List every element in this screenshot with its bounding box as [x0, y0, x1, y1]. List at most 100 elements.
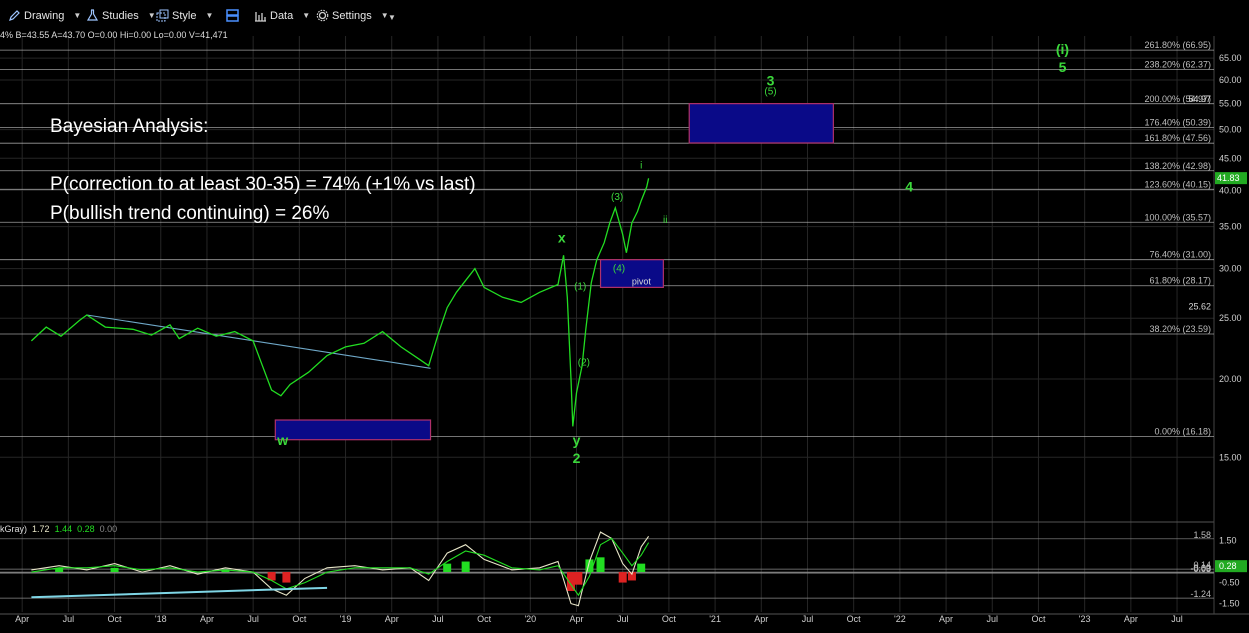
- fib-level-label: 138.20% (42.98): [1144, 161, 1211, 171]
- trendline: [86, 314, 431, 369]
- y-tick-label: 35.00: [1219, 222, 1242, 232]
- x-tick-label: Jul: [1171, 614, 1183, 624]
- analysis-text-block: Bayesian Analysis: P(correction to at le…: [50, 112, 476, 228]
- x-tick-label: Apr: [754, 614, 768, 624]
- fib-level-label: 61.80% (28.17): [1149, 276, 1211, 286]
- wave-label: ii: [663, 215, 667, 226]
- drawing-label: Drawing: [24, 9, 65, 22]
- wave-label: w: [276, 432, 288, 448]
- toolbar-more[interactable]: ▼: [388, 13, 396, 22]
- indicator-value-1: 1.72: [32, 524, 50, 534]
- caret-down-icon: ▼: [388, 13, 396, 22]
- x-tick-label: Oct: [847, 614, 862, 624]
- wave-label: (i): [1056, 41, 1069, 57]
- osc-histogram-bar: [574, 572, 583, 585]
- studies-label: Studies: [102, 9, 139, 22]
- x-tick-label: Jul: [802, 614, 814, 624]
- indicator-value-3: 0.28: [77, 524, 95, 534]
- caret-down-icon: ▼: [147, 11, 156, 20]
- caret-down-icon: ▼: [205, 11, 214, 20]
- x-tick-label: '18: [155, 614, 167, 624]
- osc-histogram-bar: [282, 572, 291, 583]
- fib-level-label: 38.20% (23.59): [1149, 324, 1211, 334]
- fib-level-label: 261.80% (66.95): [1144, 40, 1211, 50]
- x-tick-label: Apr: [200, 614, 214, 624]
- gear-icon: [316, 9, 329, 22]
- fib-level-label: 123.60% (40.15): [1144, 179, 1211, 189]
- indicator-name: kGray): [0, 524, 27, 534]
- osc-histogram-bar: [637, 563, 646, 573]
- y-tick-label: 60.00: [1219, 75, 1242, 85]
- osc-histogram-bar: [110, 567, 119, 573]
- wave-label: 2: [573, 450, 581, 466]
- studies-menu[interactable]: Studies ▼: [86, 9, 156, 22]
- layout-icon: [226, 9, 239, 22]
- drawing-menu[interactable]: Drawing ▼: [8, 9, 81, 22]
- last-price-text: 41.83: [1217, 173, 1240, 183]
- osc-tick-label: -0.50: [1219, 578, 1240, 588]
- indicator-legend: kGray) 1.72 1.44 0.28 0.00: [0, 524, 117, 534]
- fib-level-label: 238.20% (62.37): [1144, 59, 1211, 69]
- indicator-value-2: 1.44: [54, 524, 73, 534]
- wave-label: (2): [578, 358, 590, 369]
- fib-level-label: 161.80% (47.56): [1144, 133, 1211, 143]
- x-tick-label: Jul: [987, 614, 999, 624]
- analysis-line-correction: P(correction to at least 30-35) = 74% (+…: [50, 174, 476, 195]
- fib-level-label: 76.40% (31.00): [1149, 250, 1211, 260]
- target-box: [688, 103, 834, 144]
- x-tick-label: Jul: [432, 614, 444, 624]
- x-tick-label: Apr: [1124, 614, 1138, 624]
- y-tick-label: 40.00: [1219, 185, 1242, 195]
- osc-histogram-bar: [596, 557, 605, 573]
- y-tick-label: 30.00: [1219, 264, 1242, 274]
- y-tick-label: 50.00: [1219, 125, 1242, 135]
- x-tick-label: '19: [340, 614, 352, 624]
- x-tick-label: '20: [524, 614, 536, 624]
- osc-last-text: 0.28: [1219, 561, 1237, 571]
- indicator-value-4: 0.00: [99, 524, 118, 534]
- osc-level-label: 1.58: [1193, 530, 1211, 540]
- osc-tick-label: -1.50: [1219, 599, 1240, 609]
- osc-histogram-bar: [443, 563, 452, 573]
- fib-level-label: 100.00% (35.57): [1144, 212, 1211, 222]
- layout-button[interactable]: [226, 9, 239, 22]
- fib-level-label: 0.00% (16.18): [1154, 427, 1211, 437]
- x-tick-label: Apr: [939, 614, 953, 624]
- x-tick-label: '21: [709, 614, 721, 624]
- y-tick-label: 45.00: [1219, 153, 1242, 163]
- x-tick-label: Apr: [15, 614, 29, 624]
- target-box: [274, 419, 432, 441]
- settings-menu[interactable]: Settings ▼: [316, 9, 389, 22]
- data-menu[interactable]: Data ▼: [254, 9, 310, 22]
- x-tick-label: Oct: [108, 614, 123, 624]
- wave-label: x: [558, 230, 566, 246]
- osc-histogram-bar: [461, 561, 470, 573]
- wave-label: (5): [764, 86, 776, 97]
- y-tick-label: 65.00: [1219, 53, 1242, 63]
- x-tick-label: '23: [1079, 614, 1091, 624]
- fib-level-label: 176.40% (50.39): [1144, 117, 1211, 127]
- x-tick-label: Jul: [247, 614, 259, 624]
- analysis-line-bullish: P(bullish trend continuing) = 26%: [50, 203, 330, 224]
- chart-toolbar: Drawing ▼ Studies ▼ Style ▼ Data ▼ Settings ▼…: [0, 0, 1249, 33]
- x-tick-label: Oct: [1031, 614, 1046, 624]
- x-tick-label: Oct: [292, 614, 307, 624]
- wave-label: (4): [613, 263, 625, 274]
- osc-level-label: -0.05: [1190, 564, 1211, 574]
- wave-label: 5: [1059, 59, 1067, 75]
- osc-trendline: [31, 586, 328, 599]
- style-menu[interactable]: Style ▼: [156, 9, 213, 22]
- x-tick-label: Jul: [617, 614, 629, 624]
- x-tick-label: Apr: [570, 614, 584, 624]
- wave-label: (3): [611, 192, 623, 203]
- flask-icon: [86, 9, 99, 21]
- price-chart[interactable]: Apr Jul Oct '18 Apr Jul Oct '19 Apr Jul Oct '20 Apr J…: [0, 0, 1249, 633]
- caret-down-icon: ▼: [73, 11, 82, 20]
- wave-label: (1): [574, 281, 586, 292]
- x-tick-label: Apr: [385, 614, 399, 624]
- osc-histogram-bar: [618, 572, 627, 583]
- wave-label: i: [640, 161, 642, 172]
- x-tick-label: '22: [894, 614, 906, 624]
- osc-level-label: -1.24: [1190, 589, 1211, 599]
- x-tick-label: Oct: [662, 614, 677, 624]
